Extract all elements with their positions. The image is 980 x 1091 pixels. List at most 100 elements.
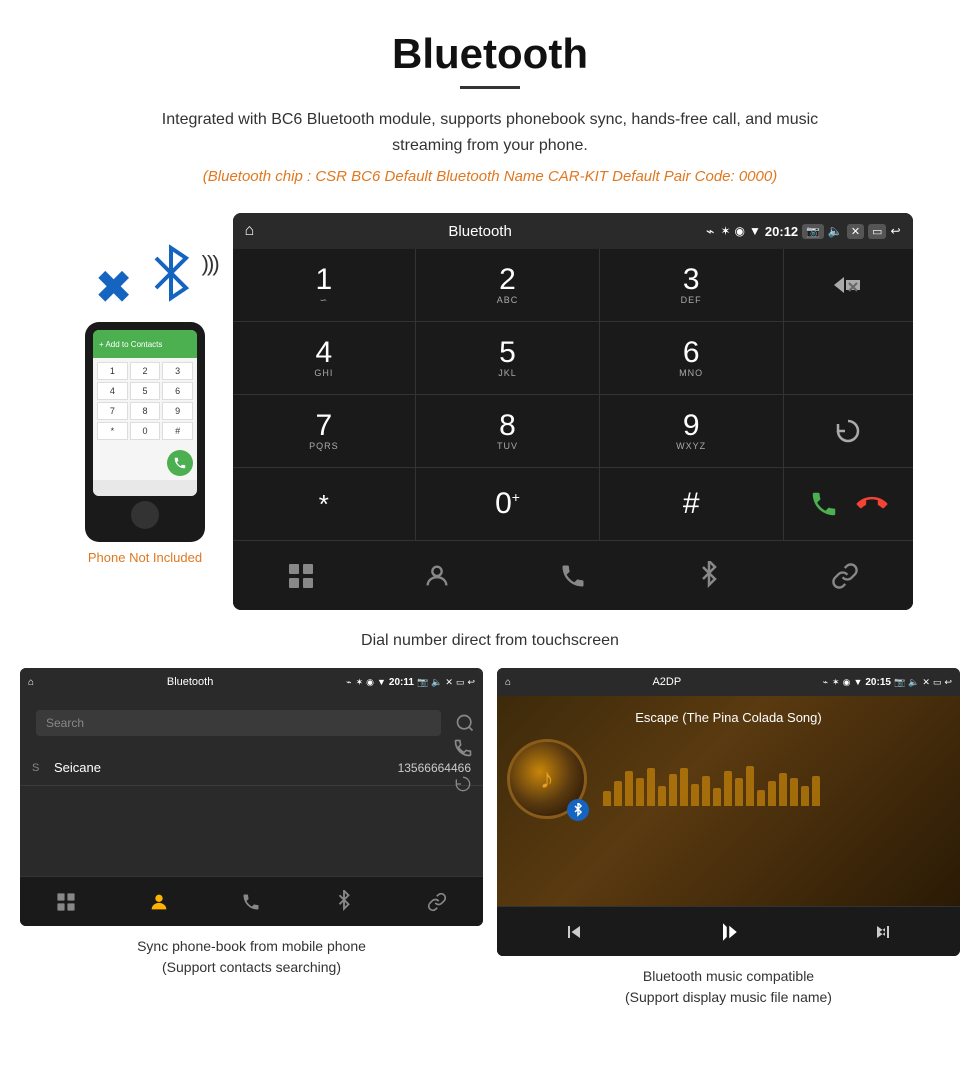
main-screen-statusbar: ⌂ Bluetooth ⌁ ✶ ◉ ▼ 20:12 📷 🔈 ✕ ▭ ↩ [233, 213, 913, 249]
pb-cam-icon[interactable]: 📷 [417, 677, 428, 688]
reload-side-icon[interactable] [453, 774, 473, 794]
pb-nav-grid[interactable] [46, 882, 86, 922]
volume-icon[interactable]: 🔈 [828, 224, 843, 238]
mu-cam-icon[interactable]: 📷 [894, 677, 905, 688]
mu-home-icon[interactable]: ⌂ [505, 677, 511, 688]
dialpad-key-1[interactable]: 1 ∽ [233, 249, 417, 321]
key-num-8: 8 [499, 411, 516, 441]
contact-row[interactable]: S Seicane 13566664466 [20, 750, 483, 786]
vis-bar [636, 778, 644, 806]
phone-home-button[interactable] [131, 501, 159, 529]
key-letters-2: ABC [497, 295, 519, 305]
key-num-4: 4 [315, 338, 332, 368]
music-note-icon: ♪ [540, 763, 554, 795]
next-track-button[interactable] [863, 912, 903, 952]
key-num-9: 9 [683, 411, 700, 441]
phone-call-button[interactable] [167, 450, 193, 476]
pb-loc-icon: ◉ [366, 677, 374, 688]
pb-vol-icon[interactable]: 🔈 [431, 677, 442, 688]
phone-key-9[interactable]: 9 [162, 402, 193, 420]
phone-key-hash[interactable]: # [162, 422, 193, 440]
dialpad-key-9[interactable]: 9 WXYZ [600, 395, 783, 467]
dialpad-key-7[interactable]: 7 PQRS [233, 395, 417, 467]
music-screen-wrap: ⌂ A2DP ⌁ ✶ ◉ ▼ 20:15 📷 🔈 ✕ ▭ ↩ Escape (T… [497, 668, 960, 1008]
pb-nav-link[interactable] [417, 882, 457, 922]
vis-bar [779, 773, 787, 806]
phone-key-4[interactable]: 4 [97, 382, 128, 400]
dialpad-side [783, 249, 913, 540]
dialpad-key-star[interactable]: * [233, 468, 417, 540]
pb-win-icon[interactable]: ▭ [456, 677, 465, 688]
phone-key-5[interactable]: 5 [130, 382, 161, 400]
dialpad-key-2[interactable]: 2 ABC [416, 249, 600, 321]
reload-icon [833, 416, 863, 446]
pb-bt-icon [335, 890, 353, 914]
wifi-waves-icon: ))) [202, 251, 218, 277]
nav-grid-icon[interactable] [271, 546, 331, 606]
backspace-button[interactable] [783, 249, 913, 322]
home-icon[interactable]: ⌂ [245, 222, 255, 240]
nav-phone-icon[interactable] [543, 546, 603, 606]
dialpad-key-3[interactable]: 3 DEF [600, 249, 783, 321]
pb-nav-phone[interactable] [231, 882, 271, 922]
search-bar[interactable]: Search [36, 710, 441, 736]
page-header: Bluetooth Integrated with BC6 Bluetooth … [0, 0, 980, 213]
phone-keypad: 1 2 3 4 5 6 7 8 9 * [93, 358, 197, 446]
vis-bar [713, 788, 721, 806]
phone-key-6[interactable]: 6 [162, 382, 193, 400]
dialpad-key-hash[interactable]: # [600, 468, 783, 540]
pb-screen-title: Bluetooth [38, 676, 342, 688]
close-icon[interactable]: ✕ [847, 224, 864, 239]
pb-nav-person[interactable] [139, 882, 179, 922]
main-caption: Dial number direct from touchscreen [0, 620, 980, 668]
pb-back-icon[interactable]: ↩ [467, 677, 475, 688]
phone-key-1[interactable]: 1 [97, 362, 128, 380]
end-call-button[interactable] [851, 483, 893, 525]
phone-key-2[interactable]: 2 [130, 362, 161, 380]
vis-bar [625, 771, 633, 806]
camera-icon[interactable]: 📷 [802, 224, 824, 239]
phone-key-8[interactable]: 8 [130, 402, 161, 420]
pb-caption: Sync phone-book from mobile phone (Suppo… [137, 936, 366, 978]
mu-vol-icon[interactable]: 🔈 [908, 677, 919, 688]
phone-key-0[interactable]: 0 [130, 422, 161, 440]
screen-title: Bluetooth [260, 223, 700, 240]
pb-bottom-nav [20, 876, 483, 926]
window-icon[interactable]: ▭ [868, 224, 886, 239]
empty-cell-1 [783, 322, 913, 395]
reload-button[interactable] [783, 395, 913, 468]
phone-key-7[interactable]: 7 [97, 402, 128, 420]
dialpad-key-5[interactable]: 5 JKL [416, 322, 600, 394]
phone-key-star[interactable]: * [97, 422, 128, 440]
nav-contacts-icon[interactable] [407, 546, 467, 606]
dialpad-keys: 1 ∽ 2 ABC 3 DEF 4 GHI [233, 249, 783, 540]
phone-call-bar [93, 446, 197, 480]
back-icon[interactable]: ↩ [890, 224, 900, 238]
mu-win-icon[interactable]: ▭ [933, 677, 942, 688]
dialpad-row-2: 4 GHI 5 JKL 6 MNO [233, 322, 783, 395]
play-pause-button[interactable] [708, 912, 748, 952]
call-side-icon[interactable] [453, 738, 473, 758]
mu-loc-icon: ◉ [843, 677, 851, 688]
vis-bar [790, 778, 798, 806]
prev-track-button[interactable] [554, 912, 594, 952]
dialpad-key-0[interactable]: 0+ [416, 468, 600, 540]
answer-call-button[interactable] [809, 489, 839, 519]
mu-screen-title: A2DP [515, 676, 819, 688]
grid-icon [287, 562, 315, 590]
nav-link-icon[interactable] [815, 546, 875, 606]
key-num-0: 0+ [495, 489, 520, 519]
pb-nav-bt[interactable] [324, 882, 364, 922]
pb-close-icon[interactable]: ✕ [445, 677, 453, 688]
search-icon[interactable] [455, 713, 475, 733]
mu-time: 20:15 [865, 677, 891, 688]
dialpad-key-4[interactable]: 4 GHI [233, 322, 417, 394]
pb-home-icon[interactable]: ⌂ [28, 677, 34, 688]
dialpad-key-6[interactable]: 6 MNO [600, 322, 783, 394]
mu-close-icon[interactable]: ✕ [922, 677, 930, 688]
mu-back-icon[interactable]: ↩ [944, 677, 952, 688]
dialpad-key-8[interactable]: 8 TUV [416, 395, 600, 467]
phone-key-3[interactable]: 3 [162, 362, 193, 380]
nav-bluetooth-icon[interactable] [679, 546, 739, 606]
vis-bar [757, 790, 765, 806]
